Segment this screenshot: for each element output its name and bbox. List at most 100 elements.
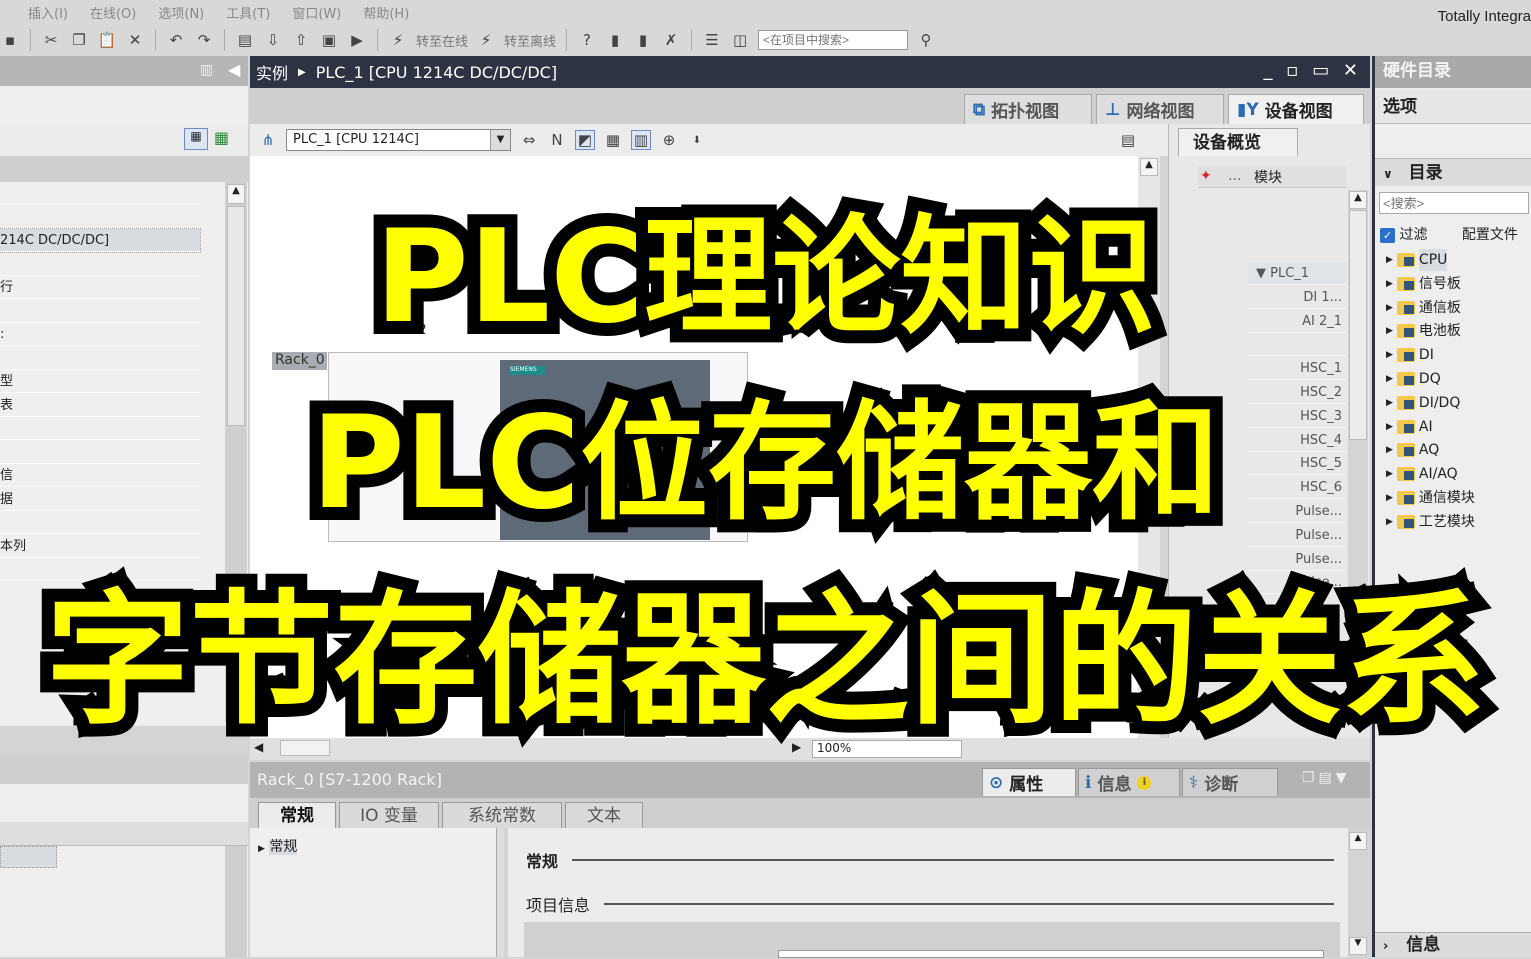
show-module-icon[interactable]: ◩ xyxy=(575,130,595,150)
project-tree-row[interactable]: 表 xyxy=(0,394,200,417)
project-tree-row[interactable] xyxy=(0,558,200,581)
nav-splitter[interactable] xyxy=(496,828,504,957)
simulation-icon[interactable]: ▣ xyxy=(319,30,339,50)
split-horizontal-icon[interactable]: ☰ xyxy=(702,30,722,50)
tab-info[interactable]: ℹ 信息 i xyxy=(1078,768,1180,796)
catalog-item[interactable]: ▶ 通信模块 xyxy=(1386,487,1475,509)
tab-device-overview[interactable]: 设备概览 xyxy=(1178,128,1298,156)
tab-properties[interactable]: ⊙ 属性 xyxy=(982,768,1076,796)
project-tree-row[interactable] xyxy=(0,182,200,205)
project-tree-row[interactable] xyxy=(0,206,200,229)
project-tree-row[interactable]: 本列 xyxy=(0,535,200,558)
nav-item-general[interactable]: ▶ 常规 xyxy=(258,836,298,856)
expand-icon[interactable]: ▶ xyxy=(1386,416,1393,438)
expand-icon[interactable]: ▶ xyxy=(1386,511,1393,533)
rack-width-icon[interactable]: ⇔ xyxy=(519,130,539,150)
expand-icon[interactable]: ▶ xyxy=(1386,273,1393,295)
scroll-left-icon[interactable]: ◀ xyxy=(254,740,263,754)
chevron-down-icon[interactable]: ▼ xyxy=(490,130,510,150)
profile-label[interactable]: 配置文件 xyxy=(1462,227,1518,243)
expand-icon[interactable]: ▶ xyxy=(1386,439,1393,461)
table-view-icon[interactable]: ▦ xyxy=(184,128,208,150)
project-tree-row[interactable]: 型 xyxy=(0,370,200,393)
tab-topology-view[interactable]: ⧉ 拓扑视图 xyxy=(964,94,1092,124)
project-tree-scrollbar[interactable]: ▲ xyxy=(225,182,247,722)
device-overview-row[interactable]: HSC_1 xyxy=(1248,357,1346,381)
scroll-up-icon[interactable]: ▲ xyxy=(1349,191,1367,209)
expand-icon[interactable]: ▶ xyxy=(1386,392,1393,414)
device-overview-row[interactable]: Pulse... xyxy=(1248,571,1346,595)
menu-item-help[interactable]: 帮助(H) xyxy=(363,3,409,22)
expand-icon[interactable]: ▶ xyxy=(1386,344,1393,366)
device-overview-row[interactable]: AI 2_1 xyxy=(1248,310,1346,333)
inspector-window-controls[interactable]: ❐▤▼ xyxy=(1302,770,1351,786)
catalog-item[interactable]: ▶ 通信板 xyxy=(1386,297,1461,319)
expand-icon[interactable]: ▶ xyxy=(1386,463,1393,485)
project-tree-row[interactable] xyxy=(0,441,200,464)
filter-checkbox[interactable]: ✓ xyxy=(1380,228,1395,243)
delete-icon[interactable]: ✕ xyxy=(125,30,145,50)
project-tree-row[interactable]: 行 xyxy=(0,276,200,299)
scroll-up-icon[interactable]: ▲ xyxy=(1349,832,1367,850)
go-online-icon[interactable]: ⚡ xyxy=(388,30,408,50)
export-table-icon[interactable]: ▦ xyxy=(214,128,229,147)
go-offline-button[interactable]: 转至离线 xyxy=(504,31,556,50)
device-overview-row[interactable]: Pulse... xyxy=(1248,500,1346,523)
tab-diagnostics[interactable]: ⚕ 诊断 xyxy=(1182,768,1278,796)
stop-cpu-icon[interactable]: ▮ xyxy=(633,30,653,50)
project-search-input[interactable] xyxy=(758,30,909,50)
expand-icon[interactable]: ▶ xyxy=(1386,249,1393,271)
project-tree-row[interactable]: 信 xyxy=(0,464,200,487)
menu-item-options[interactable]: 选项(N) xyxy=(158,3,204,22)
catalog-item[interactable]: ▶ AI/AQ xyxy=(1386,463,1458,485)
catalog-item[interactable]: ▶ CPU xyxy=(1386,249,1448,271)
expand-icon[interactable]: ▶ xyxy=(1386,297,1393,319)
grid-icon[interactable]: ▦ xyxy=(603,130,623,150)
tab-general[interactable]: 常规 xyxy=(258,802,336,828)
device-overview-row[interactable]: Pulse... xyxy=(1248,548,1346,571)
project-tree-row[interactable] xyxy=(0,300,200,323)
catalog-item[interactable]: ▶ 信号板 xyxy=(1386,273,1461,295)
zoom-in-icon[interactable]: ⊕ xyxy=(659,130,679,150)
project-tree-row[interactable]: 据 xyxy=(0,488,200,511)
catalog-item[interactable]: ▶ DI xyxy=(1386,344,1434,366)
options-section[interactable]: 选项 xyxy=(1375,90,1531,124)
device-network-icon[interactable]: ⋔ xyxy=(258,130,278,150)
catalog-item[interactable]: ▶ 电池板 xyxy=(1386,320,1461,342)
device-overview-row[interactable]: ▼ PLC_1 xyxy=(1248,262,1346,285)
breadcrumb-device[interactable]: PLC_1 [CPU 1214C DC/DC/DC] xyxy=(316,63,557,82)
device-overview-row[interactable]: HSC_4 xyxy=(1248,429,1346,452)
menu-item-tools[interactable]: 工具(T) xyxy=(226,3,270,22)
menu-item-insert[interactable]: 插入(I) xyxy=(28,3,68,22)
device-overview-row[interactable]: HSC_6 xyxy=(1248,476,1346,500)
catalog-item[interactable]: ▶ DQ xyxy=(1386,368,1441,390)
tab-system-constants[interactable]: 系统常数 xyxy=(442,802,562,828)
close-cross-icon[interactable]: ✗ xyxy=(661,30,681,50)
compile-icon[interactable]: ▤ xyxy=(235,30,255,50)
project-tree-row[interactable] xyxy=(0,511,200,534)
column-more[interactable]: ... xyxy=(1228,168,1241,184)
upload-icon[interactable]: ⇧ xyxy=(291,30,311,50)
property-scrollbar[interactable]: ▲ ▼ xyxy=(1348,830,1368,957)
catalog-search-input[interactable] xyxy=(1379,192,1529,214)
project-tree-row[interactable] xyxy=(0,347,200,370)
device-overview-row[interactable]: Pulse... xyxy=(1248,524,1346,547)
column-module[interactable]: 模块 xyxy=(1254,167,1282,187)
project-tree-row[interactable] xyxy=(0,417,200,440)
scroll-up-icon[interactable]: ▲ xyxy=(1140,158,1158,176)
info-section[interactable]: › 信息 xyxy=(1375,932,1531,957)
details-scrollbar[interactable] xyxy=(225,846,247,957)
breadcrumb-root[interactable]: 实例 xyxy=(256,60,288,84)
overview-icon[interactable]: ▤ xyxy=(1118,130,1138,150)
cut-icon[interactable]: ✂ xyxy=(41,30,61,50)
scroll-thumb[interactable] xyxy=(280,740,330,756)
collapse-left-icon[interactable]: ◀ xyxy=(228,60,240,79)
catalog-item[interactable]: ▶ AQ xyxy=(1386,439,1439,461)
canvas-horizontal-scrollbar[interactable]: ◀ ▶ xyxy=(250,738,1370,760)
device-overview-row[interactable]: HSC_3 xyxy=(1248,405,1346,428)
catalog-item[interactable]: ▶ 工艺模块 xyxy=(1386,511,1475,533)
paste-icon[interactable]: 📋 xyxy=(97,30,117,50)
expand-icon[interactable]: ▶ xyxy=(1386,320,1393,342)
redo-icon[interactable]: ↷ xyxy=(194,30,214,50)
go-offline-icon[interactable]: ⚡ xyxy=(476,30,496,50)
